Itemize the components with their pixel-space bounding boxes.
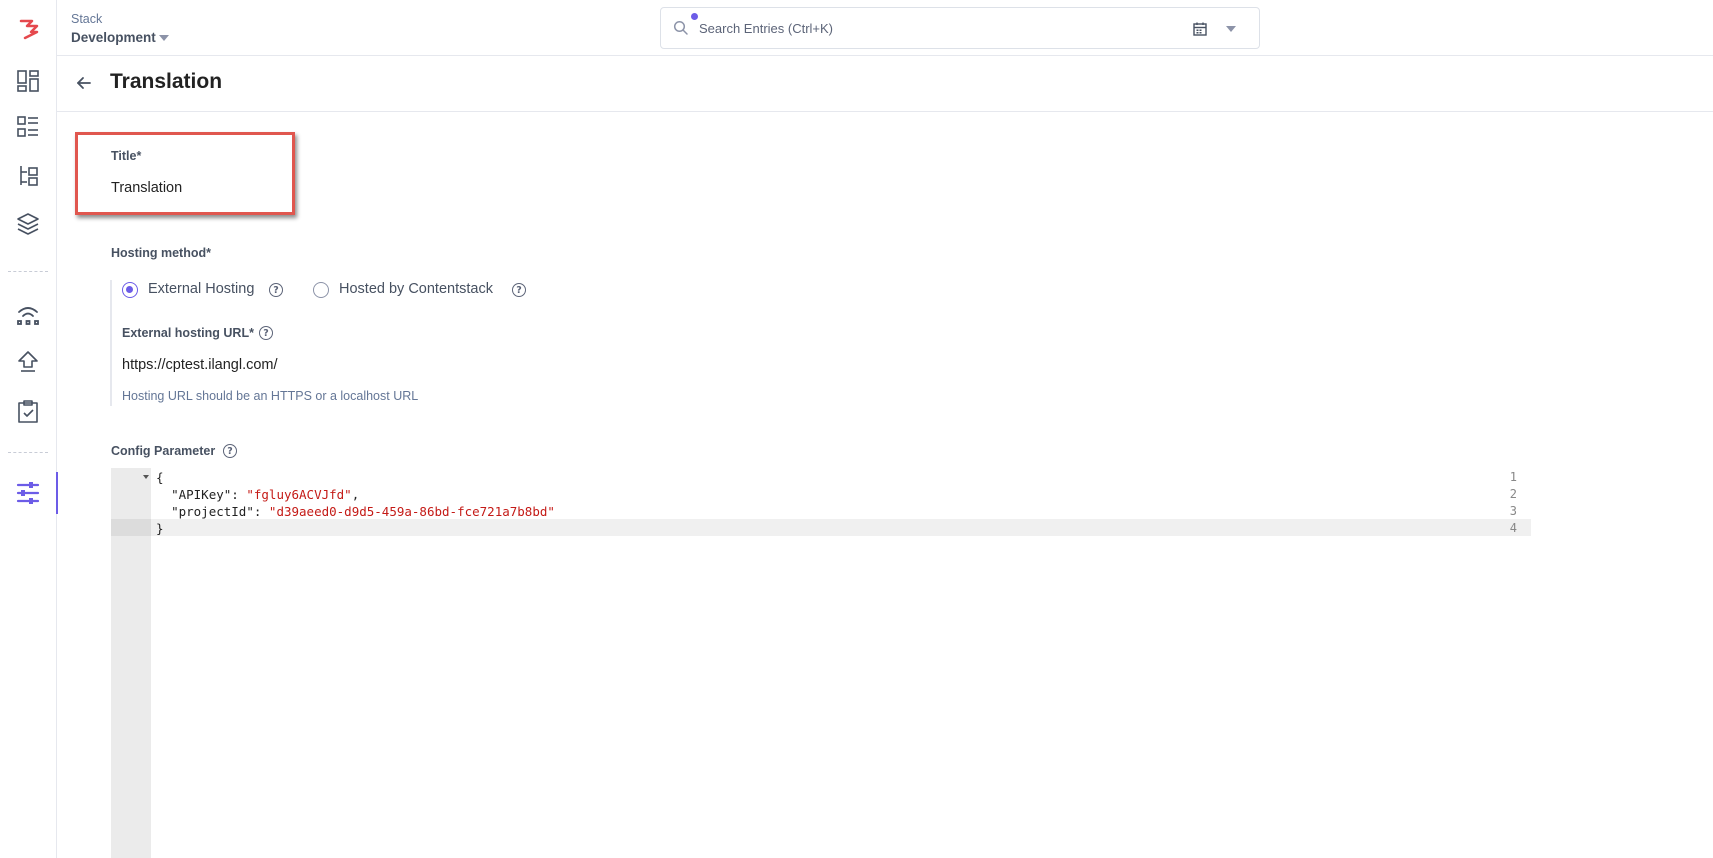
title-label: Title*	[111, 149, 142, 163]
external-hosting-url-label: External hosting URL*	[122, 326, 254, 340]
external-hosting-radio[interactable]	[122, 282, 138, 298]
hosted-by-contentstack-label[interactable]: Hosted by Contentstack	[339, 281, 493, 297]
code-token: {	[156, 470, 164, 485]
back-arrow-icon[interactable]	[74, 73, 94, 93]
releases-icon[interactable]	[12, 298, 44, 330]
stack-label: Stack	[71, 12, 103, 26]
stack-selector[interactable]: Development	[71, 30, 156, 45]
help-icon[interactable]: ?	[223, 444, 237, 458]
active-line-gutter	[111, 519, 151, 536]
line-number: 3	[1509, 504, 1517, 518]
chevron-down-icon[interactable]	[159, 35, 169, 41]
hosting-method-label: Hosting method*	[111, 246, 211, 260]
notification-dot	[691, 13, 698, 20]
code-key: "projectId"	[171, 504, 254, 519]
top-bar: Stack Development Search Entries (Ctrl+K…	[57, 0, 1713, 56]
code-string: "fgluy6ACVJfd"	[246, 487, 352, 502]
config-parameter-label: Config Parameter	[111, 444, 216, 458]
search-bar[interactable]: Search Entries (Ctrl+K)	[660, 7, 1260, 49]
publish-queue-icon[interactable]	[12, 346, 44, 378]
page-header: Translation	[57, 57, 1713, 112]
active-nav-indicator	[56, 472, 58, 514]
code-key: "APIKey"	[171, 487, 232, 502]
dashboard-icon[interactable]	[12, 65, 44, 97]
code-line: {	[156, 470, 164, 485]
left-nav-rail	[0, 0, 58, 858]
content-models-icon[interactable]	[12, 160, 44, 192]
help-icon[interactable]: ?	[259, 326, 273, 340]
line-number: 4	[1509, 521, 1517, 535]
title-highlight-box	[75, 132, 295, 215]
hosted-by-contentstack-radio[interactable]	[313, 282, 329, 298]
help-icon[interactable]: ?	[512, 283, 526, 297]
active-line-highlight	[151, 519, 1531, 536]
code-token: }	[156, 521, 164, 536]
line-number: 1	[1509, 470, 1517, 484]
url-hint-text: Hosting URL should be an HTTPS or a loca…	[122, 389, 419, 403]
title-input[interactable]: Translation	[111, 180, 281, 196]
chevron-down-icon[interactable]	[1226, 26, 1236, 32]
help-icon[interactable]: ?	[269, 283, 283, 297]
external-hosting-label[interactable]: External Hosting	[148, 281, 254, 297]
logo-icon[interactable]	[12, 12, 44, 44]
entries-icon[interactable]	[12, 111, 44, 143]
search-input[interactable]: Search Entries (Ctrl+K)	[699, 21, 833, 36]
hosting-group-line	[110, 280, 112, 406]
calendar-icon[interactable]	[1192, 21, 1208, 37]
code-line: "projectId": "d39aeed0-d9d5-459a-86bd-fc…	[171, 504, 555, 519]
external-hosting-url-input[interactable]: https://cptest.ilangl.com/	[122, 357, 278, 373]
code-line: "APIKey": "fgluy6ACVJfd",	[171, 487, 360, 502]
tasks-icon[interactable]	[12, 396, 44, 428]
settings-icon[interactable]	[12, 477, 44, 509]
fold-toggle-icon[interactable]	[143, 475, 149, 479]
assets-icon[interactable]	[12, 208, 44, 240]
page-title: Translation	[110, 70, 223, 93]
line-number: 2	[1509, 487, 1517, 501]
rail-divider	[8, 271, 48, 272]
rail-divider	[8, 452, 48, 453]
config-code-editor[interactable]: 1 2 3 4 { "APIKey": "fgluy6ACVJfd", "pro…	[111, 468, 1531, 858]
code-line: }	[156, 521, 164, 536]
code-string: "d39aeed0-d9d5-459a-86bd-fce721a7b8bd"	[268, 504, 555, 519]
search-icon	[673, 20, 688, 35]
